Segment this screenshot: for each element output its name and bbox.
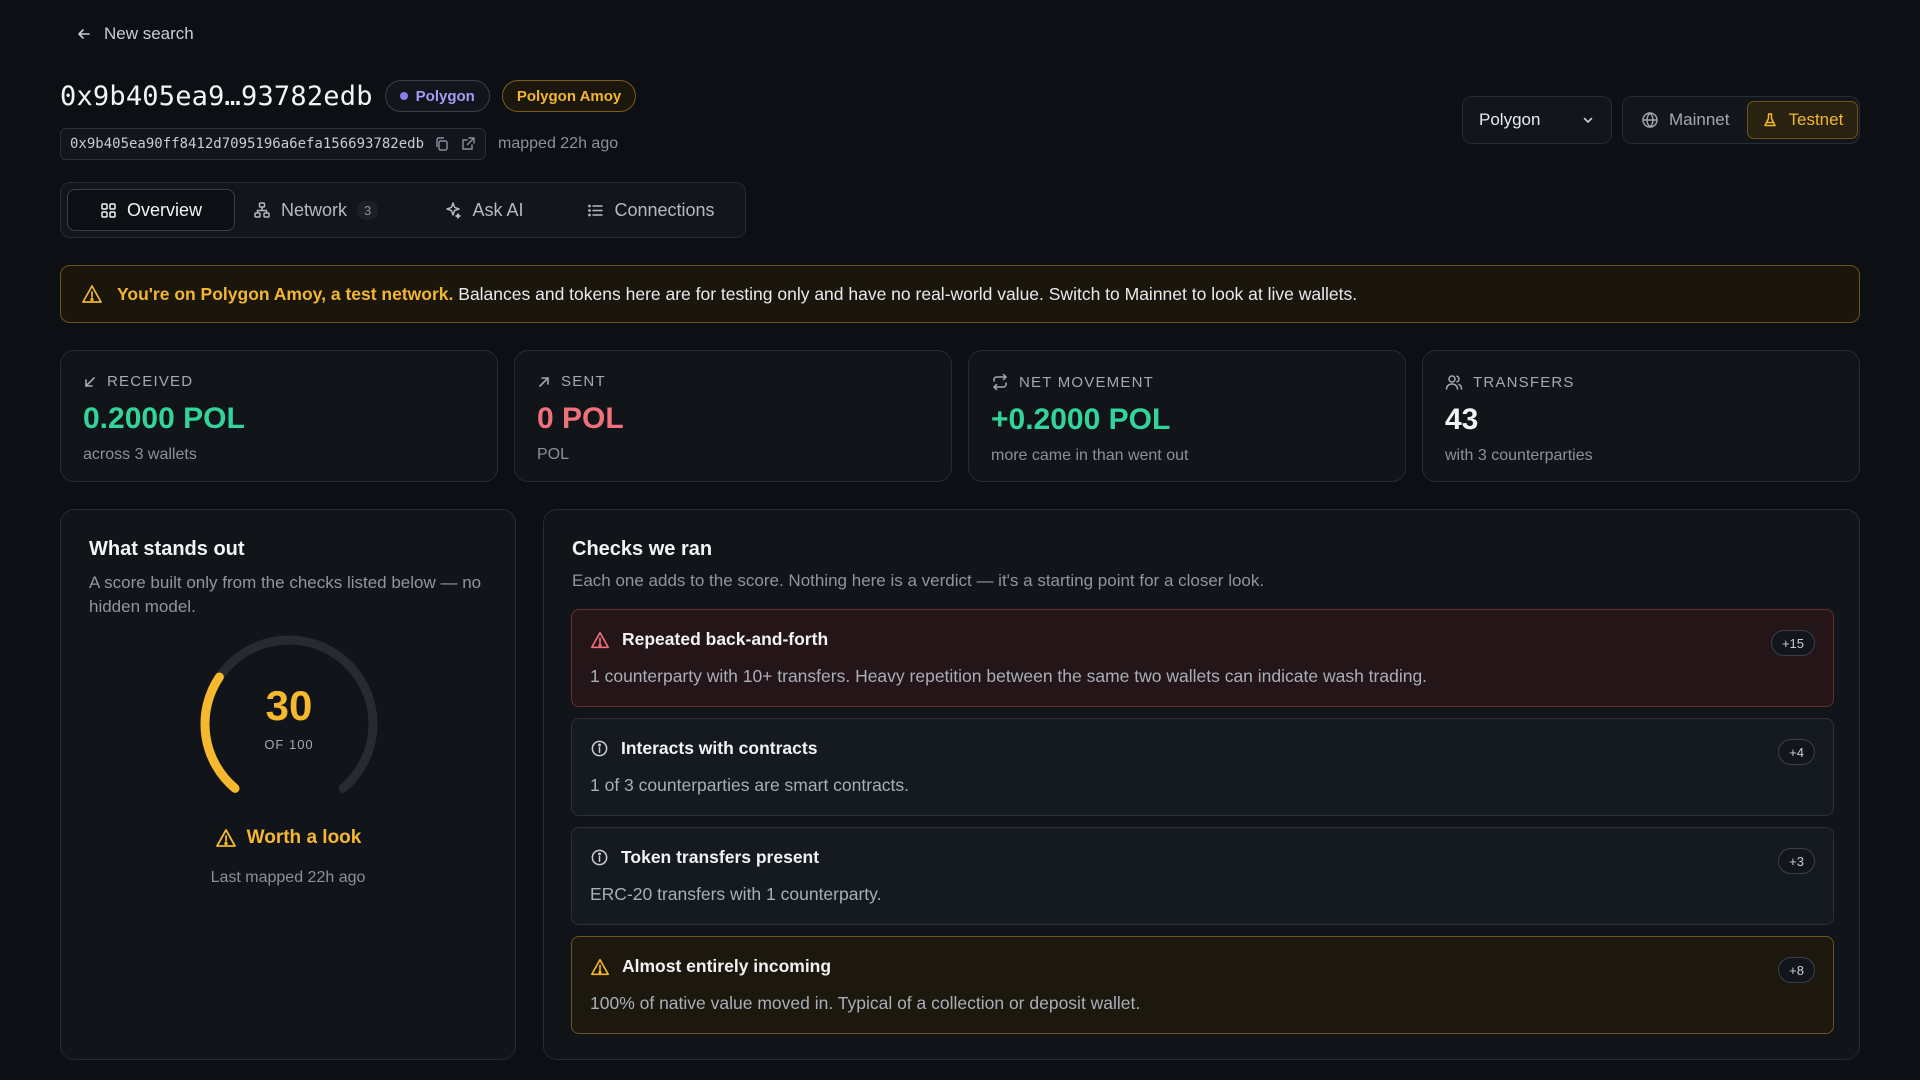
what-stands-out-panel: What stands out A score built only from … [60, 509, 516, 1060]
check-points-badge: +8 [1778, 957, 1815, 983]
check-title: Interacts with contracts [621, 738, 818, 758]
check-description: 1 counterparty with 10+ transfers. Heavy… [590, 666, 1428, 686]
globe-icon [1642, 112, 1658, 128]
score-max-label: OF 100 [264, 737, 314, 752]
check-title: Almost entirely incoming [622, 956, 832, 976]
chain-chip: Polygon [384, 80, 490, 112]
check-item[interactable]: Almost entirely incoming 100% of native … [571, 936, 1834, 1034]
checks-subtitle: Each one adds to the score. Nothing here… [572, 571, 1265, 590]
check-description: 100% of native value moved in. Typical o… [590, 993, 1141, 1013]
stat-sent-value: 0 POL [537, 402, 624, 435]
mapped-time: mapped 22h ago [498, 135, 619, 152]
chevron-down-icon [1583, 117, 1593, 124]
check-item[interactable]: Interacts with contracts 1 of 3 counterp… [571, 718, 1834, 816]
stat-net-label: NET MOVEMENT [1019, 373, 1154, 391]
tab-connections-label: Connections [614, 199, 715, 220]
stat-received-value: 0.2000 POL [83, 402, 245, 435]
new-search-label: New search [104, 24, 194, 43]
repeat-icon [993, 373, 1007, 391]
stat-sent-label: SENT [561, 373, 606, 390]
stat-transfers-label: TRANSFERS [1473, 373, 1575, 391]
sparkle-icon [446, 202, 462, 219]
score-verdict-label: Worth a look [246, 827, 362, 848]
mainnet-label: Mainnet [1669, 110, 1730, 129]
testnet-button[interactable]: Testnet [1747, 101, 1859, 139]
arrow-left-icon [78, 29, 90, 39]
testnet-warning-banner: You're on Polygon Amoy, a test network. … [60, 265, 1860, 323]
check-points-badge: +15 [1770, 630, 1815, 656]
banner-body: Balances and tokens here are for testing… [458, 283, 1358, 304]
checks-panel: Checks we ran Each one adds to the score… [543, 509, 1860, 1060]
address-row: 0x9b405ea90ff8412d7095196a6efa156693782e… [60, 128, 618, 160]
tab-overview-label: Overview [126, 199, 202, 220]
banner-strong: You're on Polygon Amoy, a test network. [117, 283, 454, 304]
tab-network-label: Network [281, 199, 348, 220]
stat-received: RECEIVED 0.2000 POL across 3 wallets [60, 350, 498, 482]
arrow-up-right-icon [539, 376, 549, 387]
wallet-address-title: 0x9b405ea9…93782edb [60, 80, 373, 112]
copy-icon[interactable] [434, 136, 450, 152]
tab-ask-ai[interactable]: Ask AI [409, 189, 559, 231]
stat-received-sub: across 3 wallets [83, 446, 197, 463]
check-item[interactable]: Token transfers present ERC-20 transfers… [571, 827, 1834, 925]
warning-icon [82, 285, 102, 303]
check-points-badge: +4 [1778, 739, 1815, 765]
network-toggle: Mainnet Testnet [1622, 96, 1860, 144]
check-points-badge: +3 [1778, 848, 1815, 874]
chain-select-value: Polygon [1479, 110, 1541, 129]
tab-network[interactable]: Network 3 [239, 189, 405, 231]
warning-icon [215, 829, 236, 847]
tab-overview[interactable]: Overview [67, 189, 235, 231]
stat-net-movement: NET MOVEMENT +0.2000 POL more came in th… [968, 350, 1406, 482]
chain-select[interactable]: Polygon [1462, 96, 1612, 144]
stat-transfers-sub: with 3 counterparties [1445, 447, 1593, 464]
new-search-link[interactable]: New search [76, 24, 194, 44]
check-description: 1 of 3 counterparties are smart contract… [590, 775, 910, 795]
list-icon [588, 204, 604, 216]
info-icon [591, 740, 608, 757]
chain-chip-label: Polygon [415, 87, 475, 105]
users-icon [1445, 375, 1463, 390]
full-address: 0x9b405ea90ff8412d7095196a6efa156693782e… [70, 136, 425, 152]
network-count-badge: 3 [357, 200, 379, 220]
warning-icon [591, 958, 609, 975]
last-mapped: Last mapped 22h ago [210, 869, 366, 886]
mainnet-button[interactable]: Mainnet [1627, 101, 1743, 139]
full-address-box: 0x9b405ea90ff8412d7095196a6efa156693782e… [60, 128, 487, 160]
stat-sent-sub: POL [537, 446, 570, 463]
arrow-down-left-icon [85, 376, 95, 387]
stat-sent: SENT 0 POL POL [514, 350, 952, 482]
check-item[interactable]: Repeated back-and-forth 1 counterparty w… [571, 609, 1834, 707]
network-icon [254, 202, 270, 218]
chain-dot-icon [399, 92, 408, 100]
check-description: ERC-20 transfers with 1 counterparty. [590, 884, 882, 904]
tab-bar: Overview Network 3 Ask AI Connections [60, 182, 746, 238]
grid-icon [101, 202, 116, 218]
score-panel-subtitle: A score built only from the checks liste… [89, 573, 482, 616]
checks-title: Checks we ran [572, 538, 713, 560]
external-link-icon[interactable] [460, 136, 476, 152]
info-icon [591, 849, 608, 866]
score-value: 30 [265, 682, 313, 729]
wallet-header: 0x9b405ea9…93782edb Polygon Polygon Amoy [60, 80, 637, 112]
check-title: Token transfers present [621, 847, 820, 867]
tab-connections[interactable]: Connections [563, 189, 739, 231]
flask-icon [1764, 113, 1777, 127]
stat-net-value: +0.2000 POL [991, 403, 1171, 436]
warning-icon [591, 631, 609, 648]
tab-ask-ai-label: Ask AI [472, 199, 524, 220]
score-verdict: Worth a look [61, 827, 515, 849]
testnet-label: Testnet [1788, 110, 1844, 129]
check-title: Repeated back-and-forth [622, 629, 829, 649]
stat-transfers: TRANSFERS 43 with 3 counterparties [1422, 350, 1860, 482]
stat-transfers-value: 43 [1445, 403, 1479, 436]
network-chip: Polygon Amoy [501, 80, 637, 112]
banner-text: You're on Polygon Amoy, a test network. … [117, 284, 1357, 305]
stat-net-sub: more came in than went out [991, 447, 1189, 464]
score-panel-title: What stands out [89, 538, 245, 560]
stat-received-label: RECEIVED [107, 373, 194, 390]
